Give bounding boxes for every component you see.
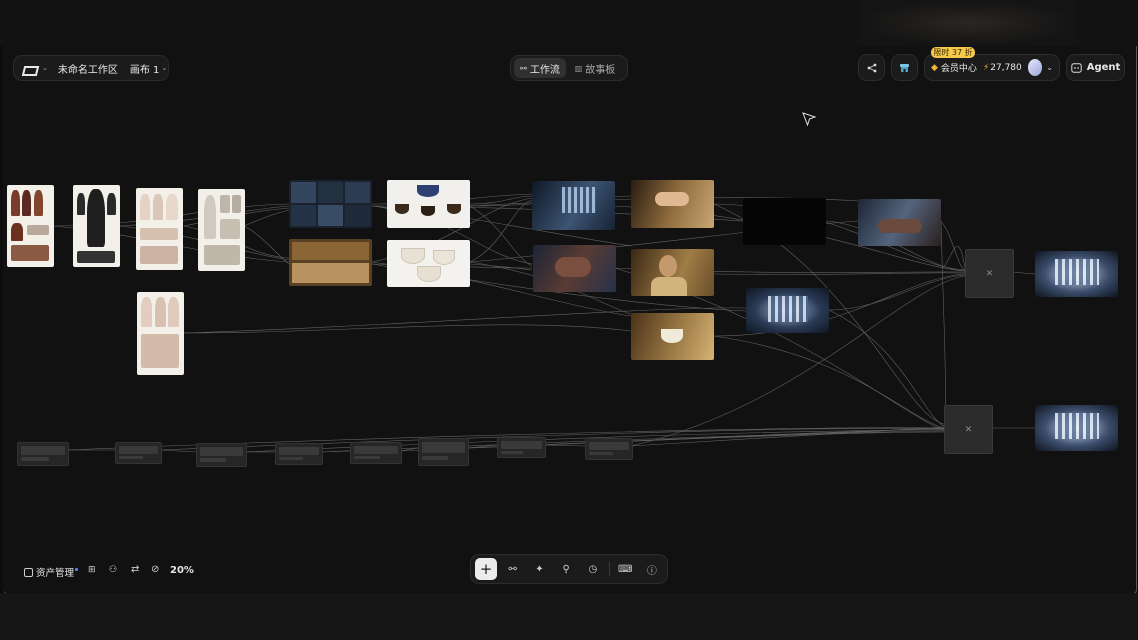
text-node[interactable] (585, 438, 633, 460)
member-panel[interactable]: ◆ 会员中心 ⚡ 27,780 ⌄ (924, 54, 1060, 81)
help-icon: ⓘ (646, 565, 657, 577)
store-button[interactable] (891, 54, 918, 81)
workspace-switcher[interactable]: ⌄ 未命名工作区 画布 1 ⌄ (13, 55, 169, 81)
nodes-icon: ⚯ (508, 563, 517, 575)
sidebar-icon (24, 567, 33, 577)
diamond-icon: ◆ (931, 62, 938, 73)
browser-bottom-bar (0, 593, 1138, 640)
help-button[interactable]: ⓘ (641, 558, 663, 580)
text-node[interactable] (196, 443, 247, 467)
keyboard-button[interactable]: ⌨ (614, 558, 636, 580)
shot-portrait-node[interactable] (631, 249, 714, 296)
shot-cell-window-node[interactable] (746, 288, 829, 333)
scissors-icon: ✕ (985, 268, 994, 279)
workflow-button[interactable]: ⚯ (502, 558, 524, 580)
share-button[interactable] (858, 54, 885, 81)
output-window-node[interactable] (1035, 405, 1118, 451)
tab-storyboard[interactable]: ▥ 故事板 (566, 58, 624, 78)
share-icon (867, 63, 876, 72)
storyboard-icon: ▥ (574, 63, 583, 73)
workspace-name[interactable]: 未命名工作区 (58, 61, 118, 76)
text-node[interactable] (418, 438, 469, 466)
text-node[interactable] (275, 443, 323, 465)
person-icon: ⚲ (562, 563, 570, 575)
view-tabs: ⚯ 工作流 ▥ 故事板 (510, 55, 628, 81)
scene-interior-node[interactable] (289, 239, 372, 286)
chevron-down-icon[interactable]: ⌄ (1046, 63, 1053, 72)
scene-grid-node[interactable] (289, 180, 372, 228)
cursor-mode-icon[interactable]: ⊘ (151, 564, 159, 575)
history-button[interactable]: ◷ (582, 558, 604, 580)
character-sheet-node[interactable] (136, 188, 183, 270)
prop-cups-node[interactable] (387, 180, 470, 228)
shot-teacup-node[interactable] (631, 313, 714, 360)
text-node[interactable] (350, 442, 402, 464)
character-sheet-node[interactable] (198, 189, 245, 271)
plus-icon: + (479, 559, 493, 578)
scissors-icon: ✕ (964, 424, 973, 435)
generator-node[interactable]: ✕ (944, 405, 993, 454)
shapes-button[interactable]: ✦ (528, 558, 550, 580)
prop-bowls-node[interactable] (387, 240, 470, 287)
text-node[interactable] (17, 442, 69, 466)
shot-person-lying-node[interactable] (858, 199, 941, 246)
person-add-icon[interactable]: ⚇ (109, 565, 117, 575)
promo-badge[interactable]: 限时 37 折 (931, 47, 975, 58)
zoom-level[interactable]: 20% (170, 565, 194, 576)
assets-panel-toggle[interactable]: 资产管理 (24, 565, 79, 579)
avatar[interactable] (1027, 59, 1043, 76)
agent-icon (1071, 62, 1082, 73)
shot-dark-node[interactable] (743, 198, 826, 245)
notification-dot (75, 567, 79, 571)
mouse-cursor-icon (802, 112, 816, 126)
swap-icon[interactable]: ⇄ (131, 564, 139, 575)
character-sheet-node[interactable] (73, 185, 120, 267)
app-logo-icon (21, 62, 40, 76)
workflow-icon: ⚯ (520, 63, 527, 73)
shot-struggle-node[interactable] (533, 245, 616, 292)
character-sheet-node[interactable] (137, 292, 184, 375)
bottom-toolbar: + ⚯ ✦ ⚲ ◷ ⌨ ⓘ (470, 554, 668, 584)
output-window-node[interactable] (1035, 251, 1118, 297)
clock-icon: ◷ (588, 563, 598, 575)
shot-window-node[interactable] (532, 181, 615, 230)
browser-top-bar (0, 0, 1138, 46)
chevron-down-icon: ⌄ (42, 64, 48, 72)
chevron-down-icon: ⌄ (161, 64, 168, 72)
character-sheet-node[interactable] (7, 185, 54, 267)
credits-count: 27,780 (990, 62, 1022, 73)
store-icon (900, 63, 909, 72)
character-button[interactable]: ⚲ (555, 558, 577, 580)
text-node[interactable] (497, 437, 546, 458)
agent-button[interactable]: Agent (1066, 54, 1125, 81)
shapes-icon: ✦ (535, 563, 544, 575)
member-center-link[interactable]: 会员中心 (941, 61, 977, 74)
text-node[interactable] (115, 442, 162, 464)
grid-icon[interactable]: ⊞ (88, 565, 96, 575)
shot-hand-node[interactable] (631, 180, 714, 228)
lightning-icon: ⚡ (982, 62, 990, 73)
keyboard-icon: ⌨ (618, 563, 633, 575)
canvas-app: ⌄ 未命名工作区 画布 1 ⌄ ⚯ 工作流 ▥ 故事板 ◆ 会员中心 ⚡ 27,… (3, 46, 1137, 594)
add-node-button[interactable]: + (475, 558, 497, 580)
tab-workflow[interactable]: ⚯ 工作流 (514, 58, 566, 78)
canvas-selector[interactable]: 画布 1 (130, 61, 160, 76)
generator-node[interactable]: ✕ (965, 249, 1014, 298)
